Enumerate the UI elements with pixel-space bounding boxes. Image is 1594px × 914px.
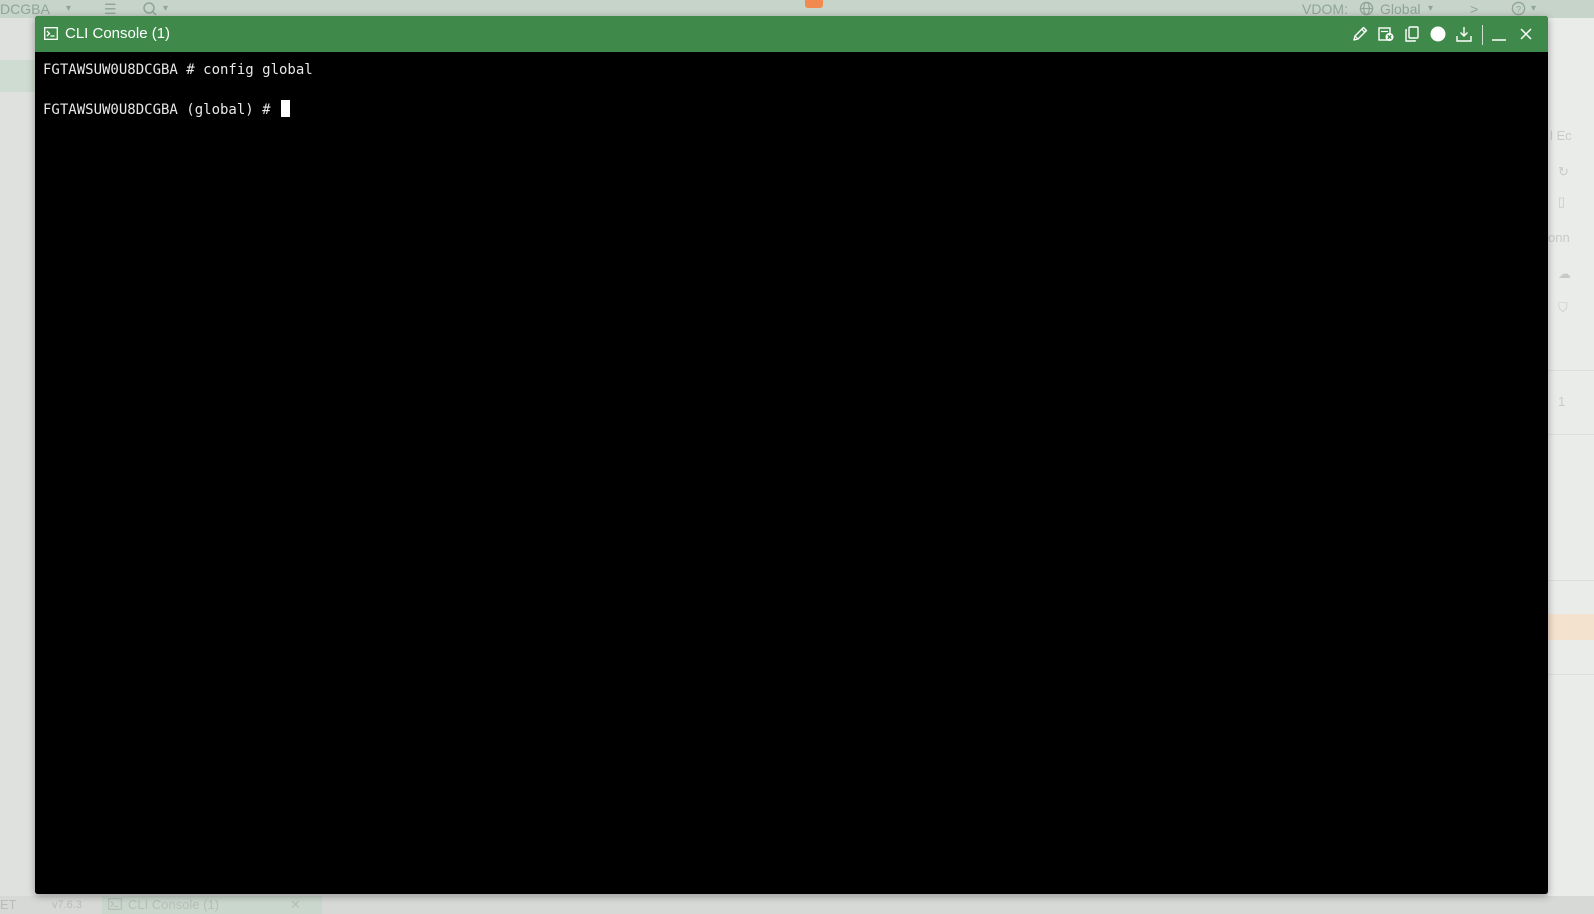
background-right-panel: l Ec ↻ ▯ onn ☁ ⛉ 1 — [1548, 18, 1594, 896]
minimize-icon[interactable] — [1490, 25, 1508, 43]
terminal-prompt-text: FGTAWSUW0U8DCGBA (global) # — [43, 102, 280, 118]
copy-icon[interactable] — [1403, 25, 1421, 43]
toolbar-separator — [1482, 25, 1483, 45]
status-dot-icon[interactable] — [1429, 25, 1447, 43]
bottom-tab-cli-console[interactable]: CLI Console (1) ✕ — [102, 896, 322, 914]
terminal-cursor — [281, 100, 291, 117]
background-sidebar-active-item — [0, 60, 36, 92]
clear-console-icon[interactable] — [1377, 25, 1395, 43]
terminal-line: FGTAWSUW0U8DCGBA # config global — [43, 61, 313, 79]
right-panel-warning-row — [1548, 614, 1594, 640]
document-icon: ▯ — [1558, 194, 1566, 209]
bottom-bar-left-text: ET — [0, 897, 17, 912]
right-panel-text-3: 1 — [1558, 394, 1566, 409]
terminal-prompt-line[interactable]: FGTAWSUW0U8DCGBA (global) # — [43, 100, 291, 119]
background-bottom-bar: ET v7.6.3 CLI Console (1) ✕ — [0, 896, 1594, 914]
cli-console-window: CLI Console (1) FGTAWSUW0U8DCGBA # confi… — [35, 16, 1548, 894]
close-icon[interactable] — [1517, 25, 1535, 43]
terminal-line-text: FGTAWSUW0U8DCGBA # config global — [43, 62, 313, 78]
terminal-output[interactable]: FGTAWSUW0U8DCGBA # config global FGTAWSU… — [35, 52, 1548, 894]
download-icon[interactable] — [1455, 25, 1473, 43]
cloud-icon: ☁ — [1558, 266, 1571, 281]
right-panel-text-1: l Ec — [1550, 128, 1572, 143]
brand-logo-icon — [805, 0, 823, 8]
terminal-icon — [44, 27, 58, 40]
shield-icon: ⛉ — [1558, 300, 1568, 315]
cli-console-titlebar[interactable]: CLI Console (1) — [35, 16, 1548, 52]
bottom-tab-close-icon[interactable]: ✕ — [290, 896, 301, 914]
pencil-icon[interactable] — [1351, 25, 1369, 43]
svg-text:?: ? — [1516, 4, 1521, 14]
terminal-icon — [108, 896, 123, 914]
right-panel-text-2: onn — [1548, 230, 1570, 245]
bottom-tab-label: CLI Console (1) — [128, 897, 220, 912]
firmware-version: v7.6.3 — [52, 899, 82, 911]
refresh-icon: ↻ — [1558, 164, 1569, 179]
cli-console-title: CLI Console (1) — [65, 25, 171, 42]
